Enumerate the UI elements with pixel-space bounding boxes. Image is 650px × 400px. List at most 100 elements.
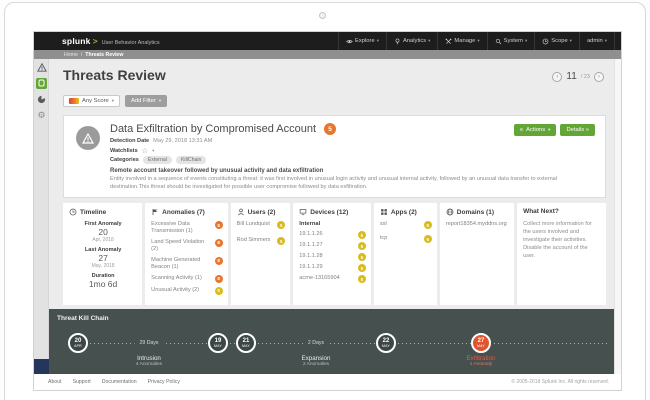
scrollbar-track[interactable] (614, 59, 621, 374)
nav-explore[interactable]: Explore▾ (338, 32, 386, 50)
score-badge: 5 (358, 253, 366, 261)
tools-icon (445, 38, 452, 45)
chevron-down-icon: ▾ (570, 38, 572, 44)
panel-title: Anomalies (7) (162, 209, 205, 216)
anomaly-item[interactable]: Machine Generated Beacon (1)8 (151, 257, 222, 271)
score-badge: 5 (358, 275, 366, 283)
domain-item[interactable]: report18354.myddns.org (446, 221, 509, 228)
nav-label: Explore (355, 38, 375, 44)
category-tag[interactable]: KillChain (176, 156, 206, 164)
anomaly-item[interactable]: Land Speed Violation (2)8 (151, 239, 222, 253)
score-badge: 5 (424, 221, 432, 229)
anomaly-item[interactable]: Excessive Data Transmission (1)8 (151, 221, 222, 235)
footer-link-documentation[interactable]: Documentation (102, 379, 137, 385)
timeline-entry: First Anomaly 20 Apr, 2018 (69, 221, 137, 243)
score-badge: 5 (358, 264, 366, 272)
segment-duration: 2 Days (303, 340, 329, 346)
category-tag[interactable]: External (143, 156, 172, 164)
details-button[interactable]: Details » (560, 124, 595, 136)
nav-label: Manage (454, 38, 475, 44)
user-item[interactable]: Bill Lundquist5 (237, 221, 286, 229)
device-item[interactable]: acme-131659045 (299, 275, 366, 283)
copyright-text: © 2005-2018 Splunk Inc. All rights reser… (511, 379, 609, 385)
filter-bar: Any Score ▾ Add Filter ▾ (63, 95, 167, 107)
clock-icon (69, 208, 77, 216)
breadcrumb-current: Threats Review (85, 52, 123, 58)
phase-exfiltration: Exfiltration 1 Anomaly (467, 355, 496, 367)
users-panel: Users (2) Bill Lundquist5 Rod Simmers5 (231, 203, 291, 305)
footer: About Support Documentation Privacy Poli… (34, 374, 621, 390)
nav-system[interactable]: System▾ (487, 32, 535, 50)
bulb-icon (394, 38, 401, 45)
main-content: Threats Review ‹ 11 / 23 › Any Score ▾ A… (49, 59, 614, 309)
sidebar-item-analytics[interactable] (34, 91, 49, 107)
footer-link-about[interactable]: About (48, 379, 62, 385)
add-filter-button[interactable]: Add Filter ▾ (125, 95, 167, 107)
nav-label: Analytics (403, 38, 426, 44)
flag-icon (151, 208, 159, 216)
panel-title: Timeline (80, 209, 106, 216)
anomaly-item[interactable]: Scanning Activity (1)8 (151, 275, 222, 283)
apps-panel: Apps (2) ssl5 tcp5 (374, 203, 437, 305)
chevron-down-icon: ▾ (605, 38, 607, 44)
hamburger-icon: ≡ (520, 127, 523, 133)
footer-link-support[interactable]: Support (73, 379, 91, 385)
phase-expansion: Expansion 2 Anomalies (302, 355, 331, 367)
kill-chain-node: 20 APR (68, 333, 88, 353)
categories-label: Categories (110, 157, 139, 163)
footer-link-privacy[interactable]: Privacy Policy (148, 379, 180, 385)
device-item[interactable]: 19.1.1.265 (299, 231, 366, 239)
score-badge: 5 (358, 231, 366, 239)
sidebar-item-threats[interactable] (34, 75, 49, 91)
kill-chain-node-exfiltration: 27 MAY (471, 333, 491, 353)
sidebar-item-alerts[interactable] (34, 59, 49, 75)
clock-icon (542, 38, 549, 45)
prev-threat-button[interactable]: ‹ (552, 72, 562, 82)
watchlists-label: Watchlists (110, 148, 138, 154)
device-item[interactable]: 19.1.1.285 (299, 253, 366, 261)
device-item[interactable]: 19.1.1.275 (299, 242, 366, 250)
nav-analytics[interactable]: Analytics▾ (386, 32, 437, 50)
next-threat-button[interactable]: › (594, 72, 604, 82)
threat-kill-chain: Threat Kill Chain 29 Days 2 Days 20 APR … (49, 309, 614, 375)
app-item[interactable]: tcp5 (380, 235, 432, 243)
device-item[interactable]: 19.1.1.295 (299, 264, 366, 272)
score-filter-label: Any Score (82, 98, 109, 104)
user-item[interactable]: Rod Simmers5 (237, 237, 286, 245)
nav-manage[interactable]: Manage▾ (437, 32, 486, 50)
panel-title: Apps (2) (391, 209, 417, 216)
sidebar-item-settings[interactable]: ⚙ (34, 107, 49, 123)
user-icon (237, 208, 245, 216)
chevron-down-icon: ▾ (428, 38, 430, 44)
eye-icon (346, 38, 353, 45)
domains-panel: Domains (1) report18354.myddns.org (440, 203, 514, 305)
score-badge: 5 (215, 287, 223, 295)
score-badge: 8 (215, 239, 223, 247)
score-badge: 5 (277, 221, 285, 229)
nav-label: Scope (551, 38, 567, 44)
sidebar-bottom-block (34, 359, 49, 374)
actions-button[interactable]: ≡Actions▾ (514, 124, 557, 136)
chevron-down-icon: ▾ (152, 148, 154, 154)
score-badge: 5 (358, 242, 366, 250)
globe-icon (446, 208, 454, 216)
product-name: User Behavior Analytics (102, 40, 160, 46)
panel-title: Devices (12) (310, 209, 348, 216)
threat-description: Entity involved in a sequence of events … (110, 176, 591, 191)
pie-chart-icon (37, 95, 46, 104)
magnifier-icon (495, 38, 502, 45)
score-badge: 8 (215, 257, 223, 265)
app-item[interactable]: ssl5 (380, 221, 432, 229)
kill-chain-node: 19 MAY (208, 333, 228, 353)
nav-scope[interactable]: Scope▾ (534, 32, 579, 50)
chevron-down-icon: ▾ (525, 38, 527, 44)
warning-triangle-icon (37, 63, 47, 72)
timeline-entry: Duration 1mo 6d (69, 273, 137, 289)
score-badge: 5 (277, 237, 285, 245)
chevron-down-icon: ▾ (112, 98, 114, 104)
watchlist-star-icon[interactable]: ☆ (142, 147, 148, 155)
breadcrumb-home[interactable]: Home (64, 52, 78, 58)
score-filter-dropdown[interactable]: Any Score ▾ (63, 95, 120, 107)
anomaly-item[interactable]: Unusual Activity (2)5 (151, 287, 222, 295)
nav-admin[interactable]: admin▾ (579, 32, 615, 50)
